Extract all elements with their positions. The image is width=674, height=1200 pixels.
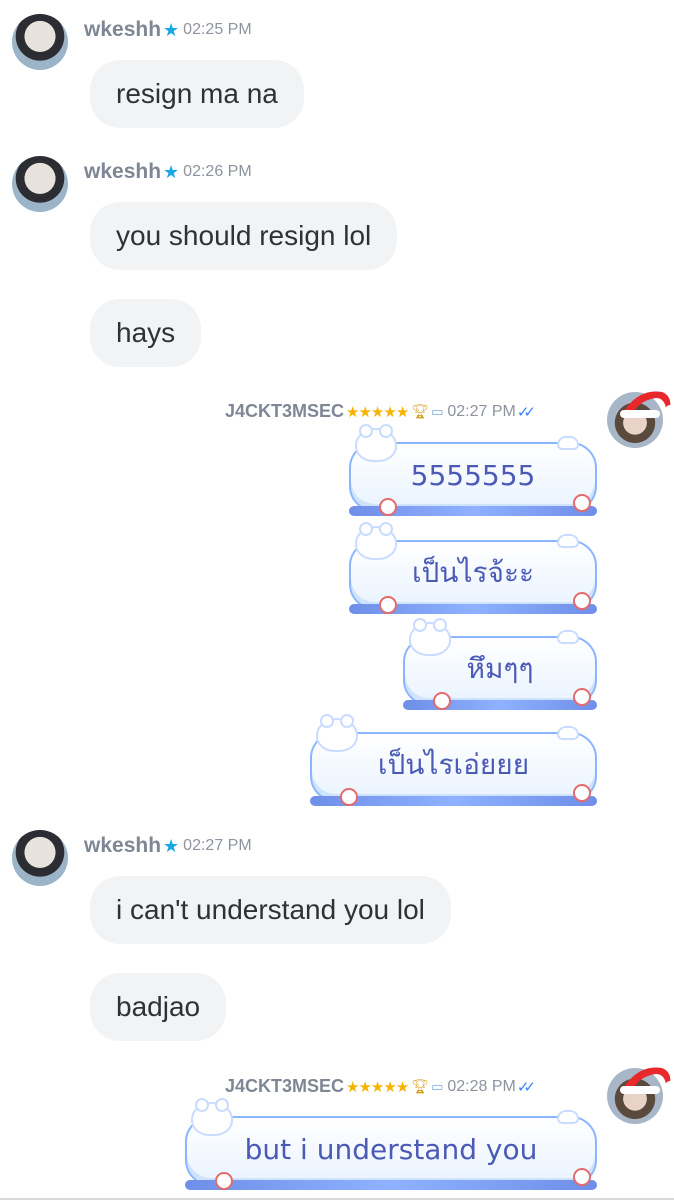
trophy-icon: 🏆︎: [411, 403, 430, 419]
message-bubble[interactable]: i can't understand you lol: [90, 876, 451, 944]
message-text: เป็นไรจ้ะะ: [411, 556, 535, 589]
bubble-base: [185, 1180, 597, 1190]
five-stars-icon: ★★★★★: [346, 403, 409, 421]
sticker-bubble[interactable]: 5555555: [349, 424, 597, 520]
double-check-icon: ✓✓: [516, 1078, 536, 1096]
message-bubble[interactable]: you should resign lol: [90, 202, 398, 270]
five-stars-icon: ★★★★★: [346, 1078, 409, 1096]
avatar-wkeshh[interactable]: [12, 156, 68, 212]
star-badge-icon: ★: [163, 835, 180, 856]
avatar-wkeshh[interactable]: [12, 14, 68, 70]
message-bubble[interactable]: badjao: [90, 973, 227, 1041]
username[interactable]: wkeshh: [84, 160, 161, 184]
santa-hat-icon: [620, 391, 674, 418]
message-header: wkeshh ★ 02:25 PM: [84, 18, 252, 42]
username[interactable]: J4CKT3MSEC: [225, 1076, 344, 1097]
timestamp: 02:27 PM: [183, 837, 252, 854]
message-header: wkeshh ★ 02:26 PM: [84, 160, 252, 184]
username[interactable]: wkeshh: [84, 18, 161, 42]
sticker-bubble[interactable]: หึมๆๆ: [403, 618, 597, 714]
message-text: you should resign lol: [116, 220, 372, 251]
username[interactable]: J4CKT3MSEC: [225, 401, 344, 422]
message-text: hays: [116, 317, 176, 348]
message-text: i can't understand you lol: [116, 894, 425, 925]
message-text: badjao: [116, 991, 201, 1022]
message-bubble[interactable]: hays: [90, 299, 202, 367]
star-badge-icon: ★: [163, 161, 180, 182]
book-icon: ▭: [431, 403, 444, 419]
book-icon: ▭: [431, 1078, 444, 1094]
message-text: resign ma na: [116, 78, 278, 109]
double-check-icon: ✓✓: [516, 403, 536, 421]
message-text: เป็นไรเอ่ยยย: [377, 748, 530, 781]
sticker-bubble[interactable]: เป็นไรเอ่ยยย: [310, 714, 597, 810]
message-text: but i understand you: [244, 1132, 538, 1166]
trophy-icon: 🏆︎: [411, 1078, 430, 1094]
message-header: J4CKT3MSEC ★★★★★ 🏆︎ ▭ 02:28 PM ✓✓: [225, 1076, 536, 1097]
timestamp: 02:25 PM: [183, 21, 252, 38]
message-header: J4CKT3MSEC ★★★★★ 🏆︎ ▭ 02:27 PM ✓✓: [225, 401, 536, 422]
username[interactable]: wkeshh: [84, 834, 161, 858]
timestamp: 02:27 PM: [447, 402, 516, 420]
santa-hat-icon: [620, 1067, 674, 1094]
message-text: หึมๆๆ: [466, 652, 534, 685]
sticker-bubble[interactable]: but i understand you: [185, 1098, 597, 1194]
message-bubble[interactable]: resign ma na: [90, 60, 304, 128]
timestamp: 02:26 PM: [183, 163, 252, 180]
sticker-bubble[interactable]: เป็นไรจ้ะะ: [349, 522, 597, 618]
avatar-wkeshh[interactable]: [12, 830, 68, 886]
message-header: wkeshh ★ 02:27 PM: [84, 834, 252, 858]
timestamp: 02:28 PM: [447, 1077, 516, 1095]
star-badge-icon: ★: [163, 19, 180, 40]
message-text: 5555555: [410, 458, 536, 492]
